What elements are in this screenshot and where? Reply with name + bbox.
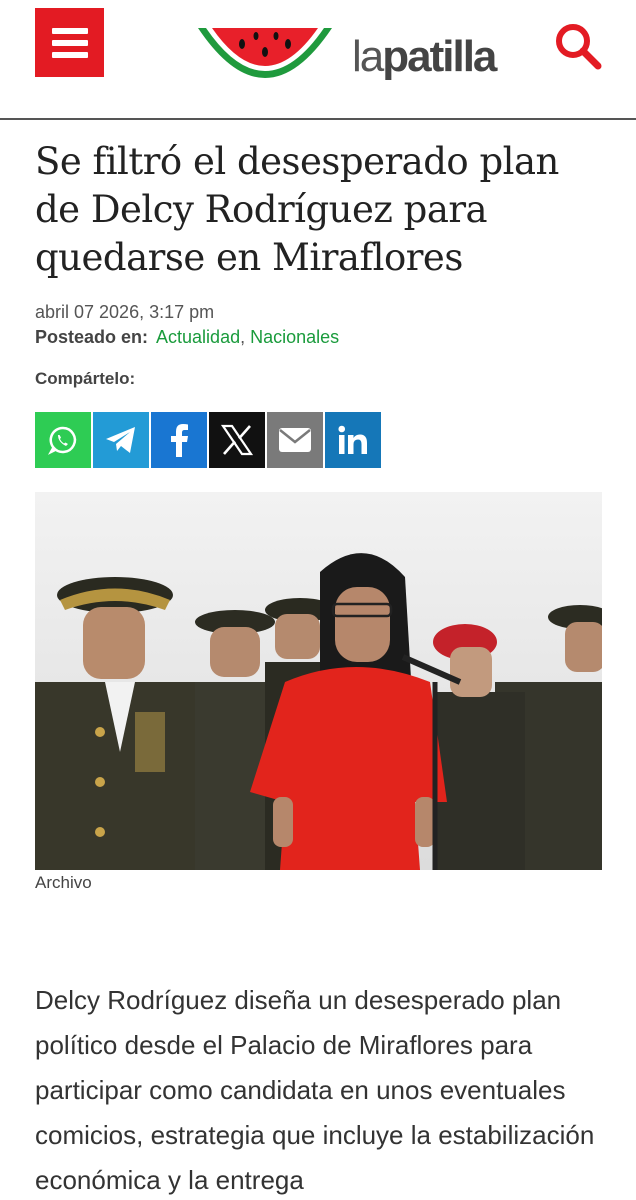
mail-icon: [279, 428, 311, 452]
site-logo[interactable]: lapatilla: [190, 18, 520, 93]
photo-caption: Archivo: [35, 873, 92, 892]
category-separator: ,: [240, 327, 251, 347]
article-title: Se filtró el desesperado plan de Delcy R…: [35, 140, 559, 279]
share-facebook-button[interactable]: [151, 412, 207, 468]
logo-light-text: la: [352, 32, 384, 81]
share-linkedin-button[interactable]: [325, 412, 381, 468]
category-link-nacionales[interactable]: Nacionales: [250, 327, 339, 347]
article-categories: Posteado en: Actualidad, Nacionales: [35, 327, 339, 348]
share-email-button[interactable]: [267, 412, 323, 468]
share-whatsapp-button[interactable]: [35, 412, 91, 468]
search-button[interactable]: [552, 20, 604, 72]
share-label: Compártelo:: [35, 369, 136, 388]
article-body: Delcy Rodríguez diseña un desesperado pl…: [35, 985, 595, 1195]
site-header: lapatilla: [0, 0, 636, 120]
category-link-actualidad[interactable]: Actualidad: [156, 327, 240, 347]
hamburger-menu-button[interactable]: [35, 8, 104, 77]
article-photo: [35, 492, 602, 870]
search-icon: [556, 24, 602, 70]
facebook-icon: [171, 424, 188, 457]
linkedin-icon: [338, 425, 367, 454]
posted-label: Posteado en:: [35, 327, 149, 347]
hamburger-icon: [51, 27, 88, 34]
hamburger-bar: [51, 51, 88, 58]
share-telegram-button[interactable]: [93, 412, 149, 468]
share-x-button[interactable]: [209, 412, 265, 468]
whatsapp-icon: [47, 426, 77, 455]
article-photo-image: [35, 492, 602, 870]
share-buttons: [35, 412, 381, 468]
logo-wordmark: lapatilla: [352, 32, 497, 82]
article-date: abril 07 2026, 3:17 pm: [35, 302, 215, 322]
hamburger-bar: [51, 39, 88, 46]
watermelon-logo: [198, 28, 332, 78]
x-icon: [220, 424, 254, 456]
telegram-icon: [106, 427, 135, 453]
logo-bold-text: patilla: [382, 32, 497, 81]
